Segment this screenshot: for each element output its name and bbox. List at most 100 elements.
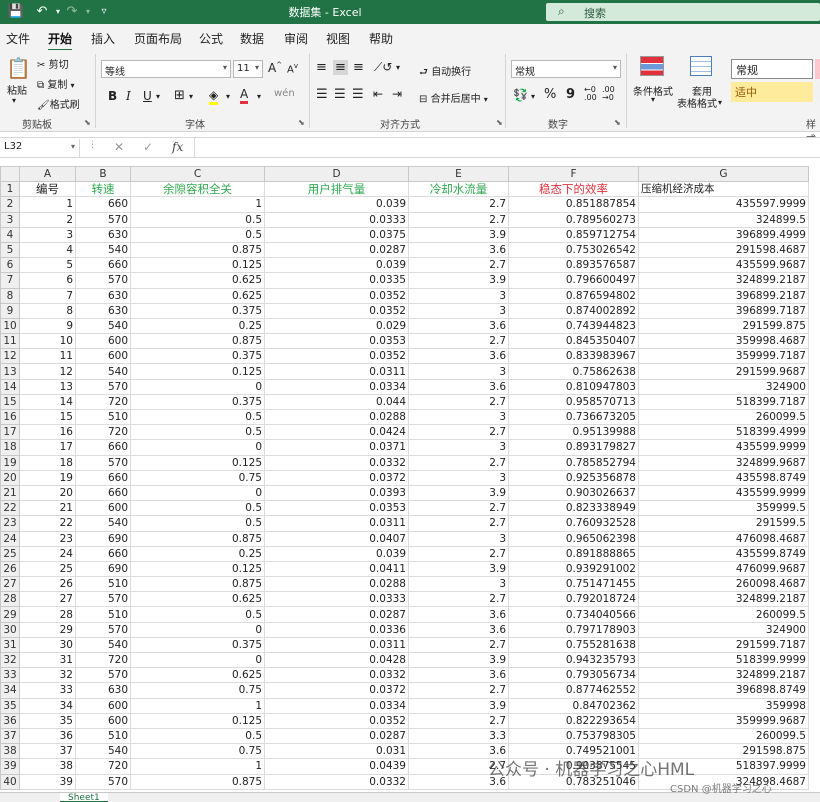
cell[interactable]: 38 xyxy=(19,758,76,775)
cell[interactable]: 570 xyxy=(75,454,131,471)
row-header[interactable]: 15 xyxy=(0,393,20,411)
cell[interactable]: 540 xyxy=(75,241,131,259)
cell[interactable]: 0.0424 xyxy=(264,424,409,441)
cell[interactable]: 0.5 xyxy=(130,515,265,532)
cell[interactable]: 2.7 xyxy=(408,545,509,562)
cell[interactable]: 0.625 xyxy=(130,287,265,304)
row-header[interactable]: 1 xyxy=(0,181,20,198)
percent-button[interactable]: % xyxy=(544,87,556,102)
cell[interactable]: 0.755281638 xyxy=(508,636,639,654)
phonetic-icon[interactable]: wén xyxy=(274,88,295,99)
tab-view[interactable]: 视图 xyxy=(326,30,350,47)
row-header[interactable]: 34 xyxy=(0,682,20,699)
merge-center-button[interactable]: ⊟ 合并后居中 ▾ xyxy=(419,90,488,105)
underline-button[interactable]: U xyxy=(143,89,152,103)
cell[interactable]: 324899.5 xyxy=(638,211,809,228)
cell[interactable]: 570 xyxy=(75,621,131,638)
cell[interactable]: 0.75 xyxy=(130,743,265,760)
header-cell-clearance[interactable]: 余隙容积全关 xyxy=(130,181,265,198)
sheet-tab[interactable]: Sheet1 xyxy=(60,793,108,802)
cell[interactable]: 0.875 xyxy=(130,576,265,593)
cell[interactable]: 0.0439 xyxy=(264,758,409,775)
cell[interactable]: 22 xyxy=(19,515,76,532)
cell[interactable]: 0.0353 xyxy=(264,333,409,350)
cell[interactable]: 2.7 xyxy=(408,454,509,471)
tab-page-layout[interactable]: 页面布局 xyxy=(134,30,182,47)
cell[interactable]: 600 xyxy=(75,712,131,729)
cell[interactable]: 0.25 xyxy=(130,545,265,562)
cell[interactable]: 435598.8749 xyxy=(638,469,809,486)
cell[interactable]: 0 xyxy=(130,378,265,395)
cell[interactable]: 32 xyxy=(19,667,76,684)
cell[interactable]: 630 xyxy=(75,302,131,319)
column-header-a[interactable]: A xyxy=(19,166,76,183)
cell[interactable]: 19 xyxy=(19,469,76,486)
cell[interactable]: 4 xyxy=(19,241,76,259)
enter-icon[interactable]: ✓ xyxy=(143,140,153,154)
cell[interactable]: 570 xyxy=(75,378,131,395)
cell[interactable]: 3 xyxy=(408,439,509,456)
format-painter-button[interactable]: 🖌格式刷 xyxy=(37,96,80,111)
cell[interactable]: 15 xyxy=(19,408,76,426)
cell[interactable]: 0.875 xyxy=(130,333,265,350)
cell[interactable]: 0.044 xyxy=(264,393,409,411)
cell[interactable]: 359999.7187 xyxy=(638,348,809,365)
cell[interactable]: 359998.4687 xyxy=(638,333,809,350)
tab-review[interactable]: 审阅 xyxy=(284,30,308,47)
cell[interactable]: 0.0332 xyxy=(264,773,409,790)
cell[interactable]: 0.810947803 xyxy=(508,378,639,395)
cell[interactable]: 1 xyxy=(130,697,265,714)
align-bottom-icon[interactable]: ≡ xyxy=(353,60,364,75)
cell[interactable]: 0.751471455 xyxy=(508,576,639,593)
cell[interactable]: 359999.9687 xyxy=(638,712,809,729)
column-header-d[interactable]: D xyxy=(264,166,409,183)
cell[interactable]: 0.5 xyxy=(130,226,265,243)
cell[interactable]: 0.0311 xyxy=(264,636,409,654)
cell[interactable]: 3 xyxy=(19,226,76,243)
cell[interactable]: 0.375 xyxy=(130,348,265,365)
cell[interactable]: 0.0288 xyxy=(264,576,409,593)
cell[interactable]: 37 xyxy=(19,743,76,760)
row-header[interactable]: 38 xyxy=(0,743,20,760)
cell[interactable]: 435599.9999 xyxy=(638,439,809,456)
cell[interactable]: 5 xyxy=(19,257,76,274)
cell[interactable]: 0.5 xyxy=(130,408,265,426)
row-header[interactable]: 16 xyxy=(0,408,20,426)
italic-button[interactable]: I xyxy=(126,89,131,103)
row-header[interactable]: 26 xyxy=(0,560,20,578)
style-bad-partial[interactable] xyxy=(815,59,820,79)
cell[interactable]: 0.822293654 xyxy=(508,712,639,729)
cell[interactable]: 0.125 xyxy=(130,257,265,274)
border-icon[interactable]: ⊞ xyxy=(174,88,185,103)
cell[interactable]: 260099.5 xyxy=(638,408,809,426)
cell[interactable]: 0.0332 xyxy=(264,667,409,684)
column-header-c[interactable]: C xyxy=(130,166,265,183)
paste-icon[interactable]: 📋 xyxy=(6,56,31,80)
select-all-corner[interactable] xyxy=(0,166,20,183)
cell[interactable]: 9 xyxy=(19,317,76,335)
cell[interactable]: 720 xyxy=(75,393,131,411)
cell[interactable]: 3.9 xyxy=(408,272,509,289)
cell[interactable]: 359999.5 xyxy=(638,500,809,517)
cell[interactable]: 8 xyxy=(19,302,76,319)
cell[interactable]: 0.0287 xyxy=(264,241,409,259)
cell[interactable]: 2.7 xyxy=(408,500,509,517)
cell[interactable]: 0.0288 xyxy=(264,408,409,426)
cell[interactable]: 3.6 xyxy=(408,606,509,623)
cell[interactable]: 660 xyxy=(75,469,131,486)
conditional-format-icon[interactable] xyxy=(640,56,664,76)
name-box[interactable]: L32 ▾ xyxy=(0,139,80,157)
cell[interactable]: 6 xyxy=(19,272,76,289)
number-format-select[interactable]: 常规 ▾ xyxy=(511,60,621,78)
tab-insert[interactable]: 插入 xyxy=(91,30,115,47)
cell[interactable]: 435599.8749 xyxy=(638,545,809,562)
save-icon[interactable]: 💾 xyxy=(6,3,26,21)
cell[interactable]: 510 xyxy=(75,606,131,623)
cell[interactable]: 3 xyxy=(408,469,509,486)
row-header[interactable]: 20 xyxy=(0,469,20,486)
cell[interactable]: 0.793056734 xyxy=(508,667,639,684)
cell[interactable]: 2.7 xyxy=(408,636,509,654)
cell[interactable]: 630 xyxy=(75,226,131,243)
cell[interactable]: 0.789560273 xyxy=(508,211,639,228)
cell[interactable]: 2.7 xyxy=(408,196,509,213)
